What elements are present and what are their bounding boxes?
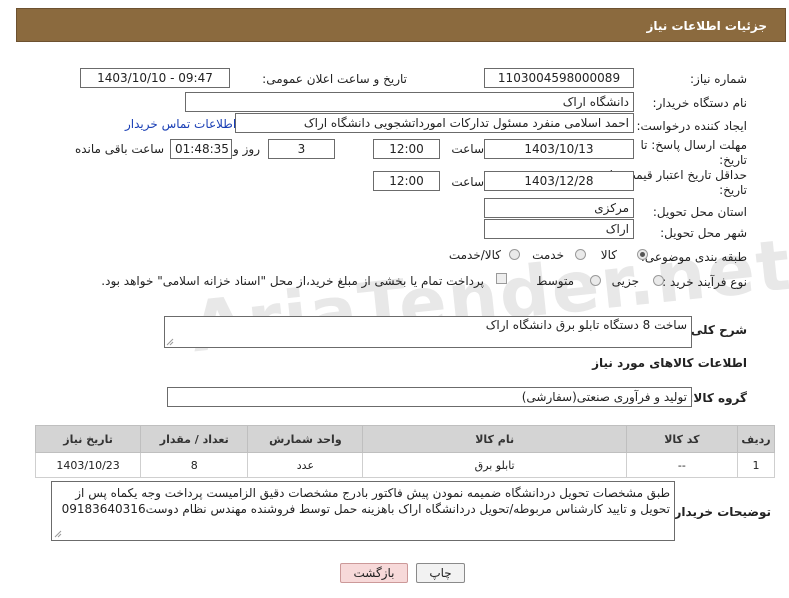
buyer-notes-field[interactable]: طبق مشخصات تحویل دردانشگاه ضمیمه نمودن پ… <box>51 481 675 541</box>
category-label: طبقه بندی موضوعی: <box>640 250 747 264</box>
category-radio-goods-service[interactable] <box>509 249 520 260</box>
deadline-date-field: 1403/10/13 <box>484 139 634 159</box>
remaining-label: ساعت باقی مانده <box>74 142 164 156</box>
back-button[interactable]: بازگشت <box>340 563 408 583</box>
column-header: تاریخ نیاز <box>34 425 142 453</box>
goods-section-title: اطلاعات کالاهای مورد نیاز <box>592 356 747 370</box>
deadline-label-date: تاریخ: <box>719 153 747 167</box>
page-header: جزئیات اطلاعات نیاز <box>16 8 786 42</box>
city-field: اراک <box>484 219 634 239</box>
validity-time-label: ساعت <box>451 175 484 189</box>
goods-table: ردیف کد کالا نام کالا واحد شمارش تعداد /… <box>34 425 776 478</box>
buyer-org-label: نام دستگاه خریدار: <box>652 96 748 110</box>
validity-date-field: 1403/12/28 <box>484 171 634 191</box>
province-label: استان محل تحویل: <box>652 205 747 219</box>
column-header: کد کالا <box>625 425 738 453</box>
announce-label: تاریخ و ساعت اعلان عمومی: <box>262 72 407 86</box>
treasury-payment-text: پرداخت تمام یا بخشی از مبلغ خرید،از محل … <box>101 274 484 288</box>
page-title: جزئیات اطلاعات نیاز <box>646 19 767 33</box>
city-label: شهر محل تحویل: <box>660 226 747 240</box>
table-cell: 1403/10/23 <box>34 452 142 478</box>
validity-label-date: تاریخ: <box>719 183 747 197</box>
column-header: نام کالا <box>362 425 627 453</box>
print-button[interactable]: چاپ <box>416 563 465 583</box>
category-option-goods: کالا <box>600 248 617 262</box>
category-option-service: خدمت <box>532 248 564 262</box>
table-cell: 1 <box>736 452 776 478</box>
table-header-row: ردیف کد کالا نام کالا واحد شمارش تعداد /… <box>34 425 776 453</box>
process-option-minor: جزیی <box>611 274 639 288</box>
table-cell: عدد <box>247 452 364 478</box>
deadline-time-label: ساعت <box>451 142 484 156</box>
column-header: واحد شمارش <box>247 425 364 453</box>
goods-group-field: تولید و فرآوری صنعتی(سفارشی) <box>167 387 692 407</box>
table-row: 1 -- تابلو برق عدد 8 1403/10/23 <box>34 452 776 478</box>
deadline-time-field: 12:00 <box>373 139 440 159</box>
deadline-label: مهلت ارسال پاسخ: تا <box>640 138 747 152</box>
buyer-contact-link[interactable]: اطلاعات تماس خریدار <box>125 117 236 131</box>
days-field: 3 <box>268 139 335 159</box>
province-field: مرکزی <box>484 198 634 218</box>
category-radio-goods[interactable] <box>637 249 648 260</box>
treasury-payment-checkbox[interactable] <box>496 273 507 284</box>
resize-grip-icon[interactable] <box>166 338 174 346</box>
need-number-label: شماره نیاز: <box>690 72 747 86</box>
resize-grip-icon[interactable] <box>54 530 62 538</box>
goods-group-label: گروه کالا: <box>688 391 747 405</box>
buyer-notes-label: توضیحات خریدار: <box>669 505 771 519</box>
creator-field: احمد اسلامی منفرد مسئول تدارکات امورداتش… <box>235 113 634 133</box>
announce-field: 1403/10/10 - 09:47 <box>80 68 230 88</box>
category-option-goods-service: کالا/خدمت <box>448 248 501 262</box>
column-header: ردیف <box>736 425 776 453</box>
buyer-org-field: دانشگاه اراک <box>185 92 634 112</box>
need-number-field: 1103004598000089 <box>484 68 634 88</box>
process-label: نوع فرآیند خرید : <box>662 275 747 289</box>
table-cell: تابلو برق <box>362 452 627 478</box>
category-radio-service[interactable] <box>575 249 586 260</box>
description-field[interactable]: ساخت 8 دستگاه تابلو برق دانشگاه اراک <box>164 316 692 348</box>
process-option-medium: متوسط <box>536 274 574 288</box>
validity-time-field: 12:00 <box>373 171 440 191</box>
process-radio-minor[interactable] <box>653 275 664 286</box>
remaining-time-field: 01:48:35 <box>170 139 232 159</box>
table-cell: -- <box>625 452 738 478</box>
process-radio-medium[interactable] <box>590 275 601 286</box>
days-label: روز و <box>233 142 260 156</box>
column-header: تعداد / مقدار <box>140 425 249 453</box>
table-cell: 8 <box>140 452 249 478</box>
creator-label: ایجاد کننده درخواست: <box>636 119 747 133</box>
